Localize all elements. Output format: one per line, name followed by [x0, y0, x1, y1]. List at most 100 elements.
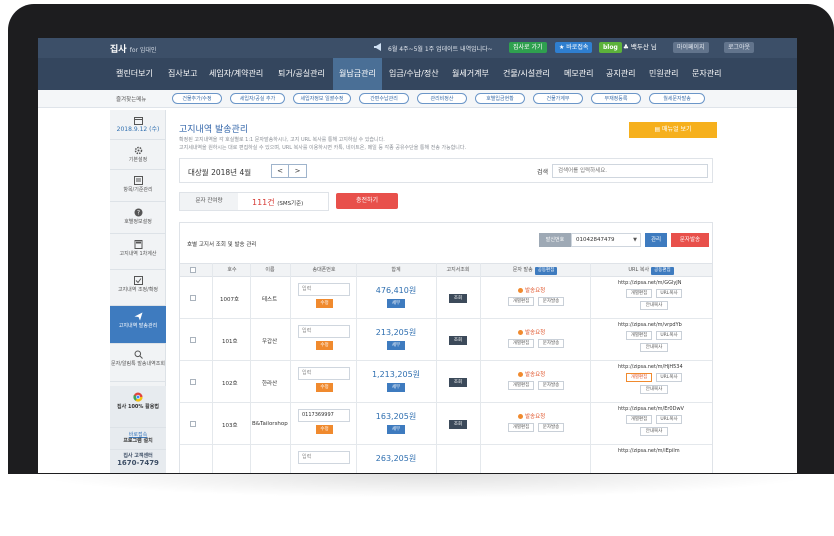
edit-each-button[interactable]: 개별편집 [508, 381, 534, 390]
install-program[interactable]: 바로접속 프로그램 설치 [110, 428, 166, 450]
fav-building-add[interactable]: 건물추가/수정 [172, 93, 222, 104]
guide-copy-button[interactable]: 안내복사 [640, 427, 668, 436]
chrome-guide[interactable]: 집사 100% 활용법 [110, 386, 166, 428]
nav-complaint[interactable]: 민원관리 [649, 58, 678, 90]
row-url[interactable]: http://zipsa.net/m/iEpilm [618, 448, 680, 454]
nav-income[interactable]: 입금/수납/정산 [389, 58, 439, 90]
fav-deposit-status[interactable]: 호별입금현황 [475, 93, 525, 104]
prev-month-button[interactable]: < [272, 165, 289, 177]
nav-building[interactable]: 건물/시설관리 [503, 58, 550, 90]
nav-ledger[interactable]: 월세거계부 [452, 58, 489, 90]
phone-input[interactable]: 입력 [298, 283, 350, 296]
view-invoice-button[interactable]: 조회 [449, 294, 467, 303]
guide-copy-button[interactable]: 안내복사 [640, 343, 668, 352]
nav-vacancy[interactable]: 퇴거/공실관리 [278, 58, 325, 90]
sidebar-item-basic-settings[interactable]: 기본설정 [110, 140, 166, 170]
row-checkbox[interactable] [190, 421, 196, 427]
detail-button[interactable]: 세부 [387, 425, 405, 434]
fav-tenant-bulk-edit[interactable]: 세입자정보 일괄수정 [293, 93, 351, 104]
guide-copy-button[interactable]: 안내복사 [640, 301, 668, 310]
row-sms-button[interactable]: 문자발송 [538, 339, 564, 348]
row-url[interactable]: http://zipsa.net/m/Er0DwV [618, 406, 684, 412]
fav-rent-sms[interactable]: 월세문자발송 [649, 93, 705, 104]
url-copy-button[interactable]: URL복사 [656, 373, 682, 382]
sidebar-item-unit-settings[interactable]: ? 호별정보설정 [110, 202, 166, 234]
phone-input[interactable]: 0117369997 [298, 409, 350, 422]
sidebar-item-history[interactable]: 문자/알림톡 발송내역조회 [110, 344, 166, 382]
sidebar-item-label: 문자/알림톡 발송내역조회 [111, 361, 165, 367]
phone-fix-button[interactable]: 수정 [316, 425, 333, 434]
row-url[interactable]: http://zipsa.net/m/HjH534 [618, 364, 683, 370]
edit-each-url-button[interactable]: 개별편집 [626, 415, 652, 424]
nav-memo[interactable]: 메모관리 [564, 58, 593, 90]
edit-each-button[interactable]: 개별편집 [508, 423, 534, 432]
view-invoice-button[interactable]: 조회 [449, 420, 467, 429]
sidebar-item-first-calc[interactable]: 고지내역 1차계산 [110, 234, 166, 270]
view-invoice-button[interactable]: 조회 [449, 378, 467, 387]
row-sms-button[interactable]: 문자발송 [538, 381, 564, 390]
edit-each-url-button[interactable]: 개별편집 [626, 373, 652, 382]
send-sms-button[interactable]: 문자발송 [671, 233, 709, 247]
search-input[interactable] [552, 164, 708, 178]
favorite-menu-bar: 즐겨찾는메뉴 건물추가/수정 세입자/공실 추가 세입자정보 일괄수정 간편수납… [38, 90, 797, 108]
next-month-button[interactable]: > [289, 165, 306, 177]
edit-each-button[interactable]: 개별편집 [508, 339, 534, 348]
sms-batch-edit-button[interactable]: 공동편집 [534, 267, 558, 275]
url-copy-button[interactable]: URL복사 [656, 331, 682, 340]
url-batch-edit-button[interactable]: 공동편집 [651, 267, 674, 275]
logout-button[interactable]: 로그아웃 [724, 42, 755, 53]
manual-button[interactable]: ▤ 매뉴얼 보기 [629, 122, 717, 138]
nav-tenant[interactable]: 세입자/계약관리 [209, 58, 263, 90]
fav-building-ledger[interactable]: 건물가계부 [533, 93, 583, 104]
sidebar-item-confirm[interactable]: 고지내역 조정/확정 [110, 270, 166, 306]
fav-tenant-add[interactable]: 세입자/공실 추가 [230, 93, 285, 104]
sidebar-item-send-management[interactable]: 고지내역 발송관리 [110, 306, 166, 344]
phone-input[interactable]: 입력 [298, 367, 350, 380]
edit-each-url-button[interactable]: 개별편집 [626, 289, 652, 298]
nav-calendar[interactable]: 캘린더보기 [116, 58, 153, 90]
nav-sms[interactable]: 문자관리 [692, 58, 721, 90]
manual-icon: ▤ [654, 126, 663, 133]
fav-absence[interactable]: 부재정등록 [591, 93, 641, 104]
fav-easy-payment[interactable]: 간편수납관리 [359, 93, 409, 104]
detail-button[interactable]: 세부 [387, 341, 405, 350]
detail-button[interactable]: 세부 [387, 383, 405, 392]
nav-report[interactable]: 집사보고 [168, 58, 197, 90]
detail-button[interactable]: 세부 [387, 299, 405, 308]
url-copy-button[interactable]: URL복사 [656, 415, 682, 424]
guide-copy-button[interactable]: 안내복사 [640, 385, 668, 394]
bookmark-button[interactable]: ★ 바로접속 [555, 42, 593, 53]
row-checkbox[interactable] [190, 337, 196, 343]
view-invoice-button[interactable]: 조회 [449, 336, 467, 345]
sender-number-select[interactable]: 01042847479 ▼ [571, 233, 641, 247]
row-sms-button[interactable]: 문자발송 [538, 423, 564, 432]
row-checkbox[interactable] [190, 379, 196, 385]
url-copy-button[interactable]: URL복사 [656, 289, 682, 298]
sms-unit: (SMS기준) [277, 201, 304, 207]
nav-notice[interactable]: 공지관리 [606, 58, 635, 90]
select-all-checkbox[interactable] [190, 267, 196, 273]
nav-monthly-payment[interactable]: 월납금관리 [333, 58, 382, 90]
manage-sender-button[interactable]: 관리 [645, 233, 667, 247]
edit-each-url-button[interactable]: 개별편집 [626, 331, 652, 340]
fav-fee-settlement[interactable]: 관리비정산 [417, 93, 467, 104]
row-checkbox[interactable] [190, 295, 196, 301]
recharge-button[interactable]: 충전하기 [336, 193, 398, 209]
row-sms-button[interactable]: 문자발송 [538, 297, 564, 306]
row-url[interactable]: http://zipsa.net/m/GGlyJN [618, 280, 682, 286]
phone-input[interactable]: 입력 [298, 451, 350, 464]
update-notice[interactable]: 6월 4주~5월 1주 업데이트 내역입니다~ [388, 44, 493, 53]
mypage-button[interactable]: 마이페이지 [673, 42, 709, 53]
row-unit: 1007호 [220, 297, 240, 303]
go-zipsa-button[interactable]: 집사로 가기 [509, 42, 547, 53]
phone-input[interactable]: 입력 [298, 325, 350, 338]
edit-each-button[interactable]: 개별편집 [508, 297, 534, 306]
sidebar-item-criteria[interactable]: 항목/기준관리 [110, 170, 166, 202]
logo-for: for 임대인 [129, 47, 157, 54]
phone-fix-button[interactable]: 수정 [316, 299, 333, 308]
phone-fix-button[interactable]: 수정 [316, 383, 333, 392]
row-url[interactable]: http://zipsa.net/m/vrpdYb [618, 322, 682, 328]
phone-fix-button[interactable]: 수정 [316, 341, 333, 350]
row-unit: 102호 [222, 381, 238, 387]
app-logo[interactable]: 집사 for 임대인 [110, 42, 156, 55]
